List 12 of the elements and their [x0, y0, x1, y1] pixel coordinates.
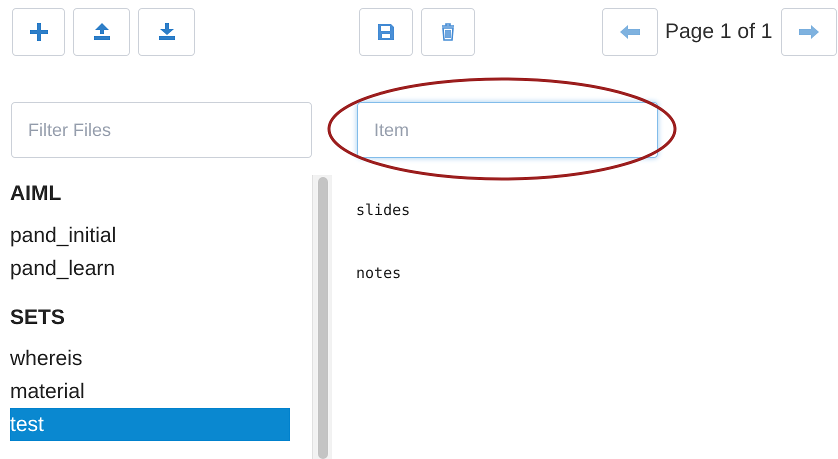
page-indicator: Page 1 of 1 — [665, 19, 772, 46]
entry-text: slides — [356, 200, 410, 221]
section-heading: AIML — [10, 181, 62, 207]
item-field[interactable]: Item — [357, 102, 658, 158]
filter-field[interactable]: Filter Files — [11, 102, 312, 158]
file-item[interactable]: pand_learn — [10, 252, 290, 285]
file-item[interactable]: whereis — [10, 342, 290, 375]
file-item[interactable]: pand_initial — [10, 219, 290, 252]
file-item[interactable]: material — [10, 375, 290, 408]
entry-text: notes — [356, 263, 402, 284]
section-heading: SETS — [10, 305, 66, 331]
file-item[interactable]: test — [10, 408, 290, 441]
